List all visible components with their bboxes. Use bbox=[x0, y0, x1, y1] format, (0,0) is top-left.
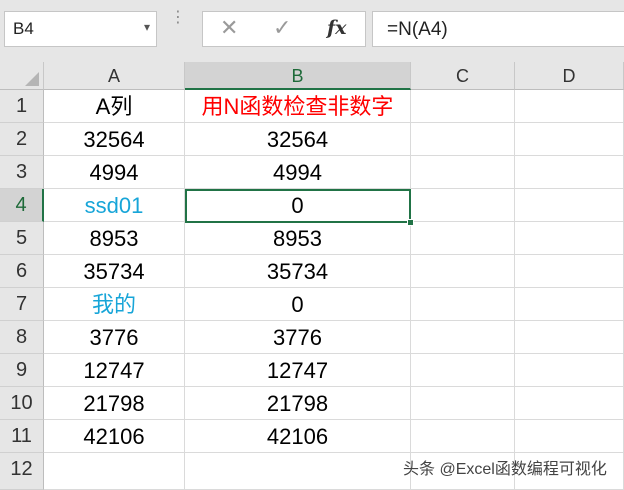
cell-b7[interactable]: 0 bbox=[185, 288, 411, 321]
cell-a2[interactable]: 32564 bbox=[44, 123, 185, 156]
cell-d10[interactable] bbox=[515, 387, 624, 420]
watermark-text: 头条 @Excel函数编程可视化 bbox=[403, 461, 607, 478]
cell-b6[interactable]: 35734 bbox=[185, 255, 411, 288]
cell-a3[interactable]: 4994 bbox=[44, 156, 185, 189]
formula-bar: B4 ▾ ⋮ ✕ ✓ fx =N(A4) bbox=[0, 0, 624, 62]
row-header-2[interactable]: 2 bbox=[0, 123, 44, 156]
formula-buttons: ✕ ✓ fx bbox=[202, 11, 366, 47]
cell-c10[interactable] bbox=[411, 387, 515, 420]
cell-a9[interactable]: 12747 bbox=[44, 354, 185, 387]
cell-b9[interactable]: 12747 bbox=[185, 354, 411, 387]
cell-c5[interactable] bbox=[411, 222, 515, 255]
cell-d4[interactable] bbox=[515, 189, 624, 222]
vertical-dots-icon[interactable]: ⋮ bbox=[170, 10, 186, 45]
cell-d7[interactable] bbox=[515, 288, 624, 321]
row-header-7[interactable]: 7 bbox=[0, 288, 44, 321]
cell-b3[interactable]: 4994 bbox=[185, 156, 411, 189]
cell-b1[interactable]: 用N函数检查非数字 bbox=[185, 90, 411, 123]
formula-input[interactable]: =N(A4) bbox=[372, 11, 624, 47]
cancel-icon[interactable]: ✕ bbox=[220, 15, 238, 41]
cell-c3[interactable] bbox=[411, 156, 515, 189]
cell-b11[interactable]: 42106 bbox=[185, 420, 411, 453]
chevron-down-icon[interactable]: ▾ bbox=[144, 20, 150, 34]
cell-c11[interactable] bbox=[411, 420, 515, 453]
row-header-12[interactable]: 12 bbox=[0, 453, 44, 490]
cell-a5[interactable]: 8953 bbox=[44, 222, 185, 255]
cell-b5[interactable]: 8953 bbox=[185, 222, 411, 255]
row-header-11[interactable]: 11 bbox=[0, 420, 44, 453]
cell-a10[interactable]: 21798 bbox=[44, 387, 185, 420]
row-header-9[interactable]: 9 bbox=[0, 354, 44, 387]
cell-d3[interactable] bbox=[515, 156, 624, 189]
cell-d5[interactable] bbox=[515, 222, 624, 255]
row-header-5[interactable]: 5 bbox=[0, 222, 44, 255]
name-box[interactable]: B4 ▾ bbox=[4, 11, 157, 47]
cell-d6[interactable] bbox=[515, 255, 624, 288]
cell-c1[interactable] bbox=[411, 90, 515, 123]
cell-a6[interactable]: 35734 bbox=[44, 255, 185, 288]
cell-b4[interactable]: 0 bbox=[185, 189, 411, 222]
name-box-value: B4 bbox=[13, 19, 34, 38]
cell-b12[interactable] bbox=[185, 453, 411, 490]
column-header-a[interactable]: A bbox=[44, 62, 185, 90]
row-header-4[interactable]: 4 bbox=[0, 189, 44, 222]
insert-function-icon[interactable]: fx bbox=[327, 17, 347, 39]
cell-c6[interactable] bbox=[411, 255, 515, 288]
cell-d11[interactable] bbox=[515, 420, 624, 453]
cell-a4[interactable]: ssd01 bbox=[44, 189, 185, 222]
enter-icon[interactable]: ✓ bbox=[273, 15, 291, 41]
row-header-6[interactable]: 6 bbox=[0, 255, 44, 288]
column-header-c[interactable]: C bbox=[411, 62, 515, 90]
row-header-1[interactable]: 1 bbox=[0, 90, 44, 123]
cell-c8[interactable] bbox=[411, 321, 515, 354]
row-header-10[interactable]: 10 bbox=[0, 387, 44, 420]
row-header-8[interactable]: 8 bbox=[0, 321, 44, 354]
column-header-d[interactable]: D bbox=[515, 62, 624, 90]
cell-d2[interactable] bbox=[515, 123, 624, 156]
cell-d1[interactable] bbox=[515, 90, 624, 123]
cell-c9[interactable] bbox=[411, 354, 515, 387]
cell-a11[interactable]: 42106 bbox=[44, 420, 185, 453]
cell-c2[interactable] bbox=[411, 123, 515, 156]
cell-b2[interactable]: 32564 bbox=[185, 123, 411, 156]
select-all-triangle-icon bbox=[25, 72, 39, 86]
column-header-b[interactable]: B bbox=[185, 62, 411, 90]
cell-a8[interactable]: 3776 bbox=[44, 321, 185, 354]
cell-a7[interactable]: 我的 bbox=[44, 288, 185, 321]
cell-b10[interactable]: 21798 bbox=[185, 387, 411, 420]
cell-c7[interactable] bbox=[411, 288, 515, 321]
select-all-button[interactable] bbox=[0, 62, 44, 90]
cell-a1[interactable]: A列 bbox=[44, 90, 185, 123]
cell-b8[interactable]: 3776 bbox=[185, 321, 411, 354]
cell-a12[interactable] bbox=[44, 453, 185, 490]
fill-handle[interactable] bbox=[407, 219, 414, 226]
cell-d9[interactable] bbox=[515, 354, 624, 387]
cell-c4[interactable] bbox=[411, 189, 515, 222]
cell-d8[interactable] bbox=[515, 321, 624, 354]
formula-text: =N(A4) bbox=[387, 19, 448, 40]
row-header-3[interactable]: 3 bbox=[0, 156, 44, 189]
